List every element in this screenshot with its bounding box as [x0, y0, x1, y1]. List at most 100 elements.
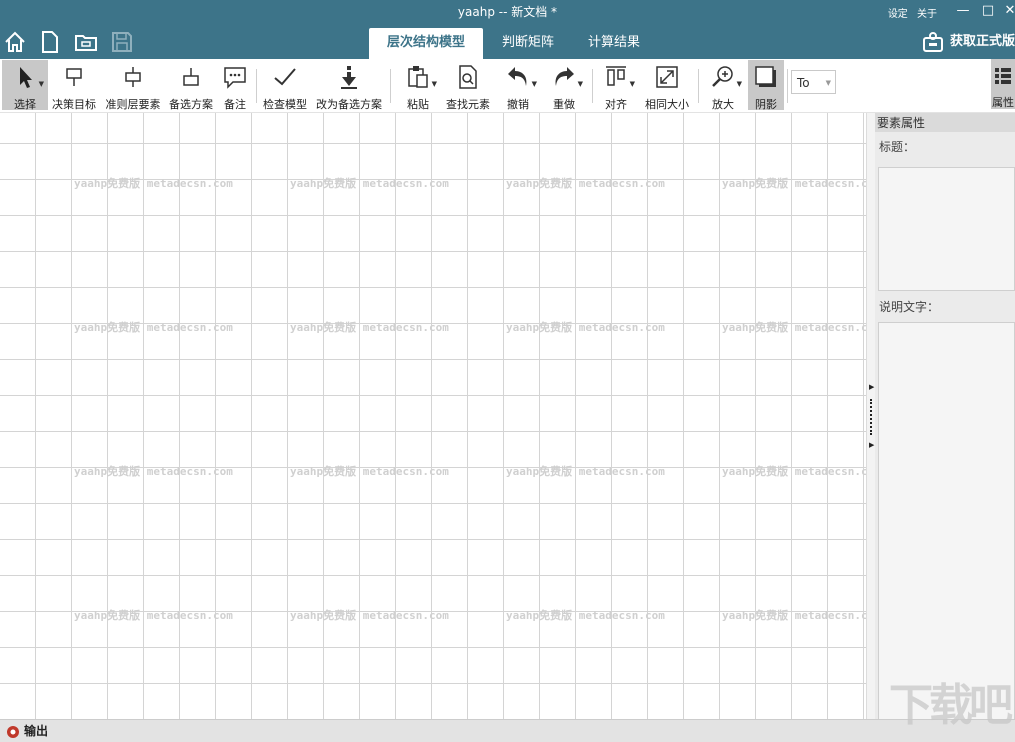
canvas-watermark: yaahp免费版 metadecsn.com	[290, 465, 449, 478]
redo-button[interactable]: ▼ 重做	[546, 60, 583, 111]
toolbar: ▼ 选择 决策目标 准则层要素 备选方案 备注 检查模型 改为备选方案 ▼ 粘贴…	[0, 59, 1015, 113]
check-model-button[interactable]: 检查模型	[261, 60, 309, 111]
undo-icon: ▼	[505, 64, 537, 90]
close-button[interactable]: ✕	[1000, 2, 1015, 20]
tab-judgment-matrix[interactable]: 判断矩阵	[487, 28, 569, 59]
title-label: 标题：	[879, 140, 916, 154]
chevron-down-icon: ▼	[736, 80, 742, 88]
criteria-node-icon	[120, 64, 146, 90]
canvas-watermark: yaahp免费版 metadecsn.com	[74, 465, 233, 478]
select-tool-button[interactable]: ▼ 选择	[2, 60, 48, 111]
canvas-watermark: yaahp免费版 metadecsn.com	[506, 321, 665, 334]
alternative-node-icon	[178, 64, 204, 90]
same-size-label: 相同大小	[645, 98, 689, 111]
undo-label: 撤销	[507, 98, 529, 111]
canvas-watermark: yaahp免费版 metadecsn.com	[506, 465, 665, 478]
tab-results[interactable]: 计算结果	[573, 28, 655, 59]
font-combo[interactable]: To ▼	[791, 70, 836, 94]
minimize-button[interactable]: —	[953, 2, 973, 20]
shadow-label: 阴影	[755, 98, 777, 111]
canvas-watermark: yaahp免费版 metadecsn.com	[290, 609, 449, 622]
redo-icon: ▼	[551, 64, 583, 90]
title-bar: yaahp -- 新文档 * 设定 关于 — □ ✕	[0, 0, 1015, 24]
shadow-icon	[753, 64, 779, 90]
canvas-watermark: yaahp免费版 metadecsn.com	[722, 177, 866, 190]
description-label: 说明文字：	[879, 300, 940, 314]
undo-button[interactable]: ▼ 撤销	[500, 60, 537, 111]
output-tab[interactable]: 输出	[6, 722, 48, 739]
output-gear-icon	[7, 725, 19, 738]
comment-icon	[222, 64, 248, 90]
collapse-arrow-icon[interactable]: ▶	[869, 383, 874, 391]
settings-link[interactable]: 设定	[888, 9, 908, 20]
toolbar-divider	[592, 69, 593, 103]
find-icon	[455, 64, 481, 90]
properties-toggle-button[interactable]: 属性	[991, 59, 1015, 109]
comment-tool-button[interactable]: 备注	[218, 60, 252, 111]
select-tool-label: 选择	[14, 98, 36, 111]
criteria-tool-button[interactable]: 准则层要素	[104, 60, 162, 111]
get-license-button[interactable]: 获取正式版	[922, 28, 1015, 56]
align-button[interactable]: ▼ 对齐	[598, 60, 635, 111]
zoom-in-icon: ▼	[710, 64, 742, 90]
maximize-button[interactable]: □	[978, 2, 998, 20]
toolbar-divider	[256, 69, 257, 103]
properties-toggle-label: 属性	[992, 96, 1014, 109]
save-icon[interactable]	[110, 30, 134, 54]
status-bar: 输出	[0, 719, 1015, 742]
zoom-in-button[interactable]: ▼ 放大	[705, 60, 742, 111]
goal-node-icon	[61, 64, 87, 90]
criteria-tool-label: 准则层要素	[105, 98, 161, 111]
shadow-toggle-button[interactable]: 阴影	[748, 60, 784, 111]
comment-tool-label: 备注	[224, 98, 246, 111]
check-icon	[272, 64, 298, 90]
grip-icon	[870, 399, 872, 435]
collapse-arrow-icon[interactable]: ▶	[869, 441, 874, 449]
goal-tool-label: 决策目标	[52, 98, 96, 111]
chevron-down-icon: ▼	[577, 80, 583, 88]
same-size-button[interactable]: 相同大小	[642, 60, 692, 111]
output-label: 输出	[24, 724, 49, 738]
toolbar-divider	[787, 69, 788, 103]
site-watermark: 下载吧	[889, 680, 1013, 731]
align-label: 对齐	[605, 98, 627, 111]
alternative-tool-button[interactable]: 备选方案	[167, 60, 215, 111]
model-canvas[interactable]: yaahp免费版 metadecsn.com yaahp免费版 metadecsn…	[0, 113, 866, 719]
chevron-down-icon: ▼	[825, 79, 831, 87]
tab-bar: 层次结构模型 判断矩阵 计算结果 获取正式版	[0, 24, 1015, 59]
canvas-watermark: yaahp免费版 metadecsn.com	[722, 609, 866, 622]
convert-to-alternative-label: 改为备选方案	[316, 98, 382, 111]
canvas-watermark: yaahp免费版 metadecsn.com	[722, 465, 866, 478]
align-icon: ▼	[603, 64, 635, 90]
properties-header: 要素属性	[875, 113, 1015, 132]
list-icon	[995, 68, 1011, 84]
title-links: 设定 关于	[882, 5, 937, 20]
zoom-in-label: 放大	[712, 98, 734, 111]
open-folder-icon[interactable]	[74, 30, 98, 54]
canvas-watermark: yaahp免费版 metadecsn.com	[290, 177, 449, 190]
home-icon[interactable]	[3, 30, 27, 54]
about-link[interactable]: 关于	[917, 9, 937, 20]
goal-tool-button[interactable]: 决策目标	[50, 60, 98, 111]
get-license-label: 获取正式版	[949, 34, 1015, 49]
title-field[interactable]	[878, 167, 1015, 291]
paste-icon: ▼	[405, 64, 437, 90]
element-properties-panel: 要素属性 标题： 说明文字：	[875, 113, 1015, 721]
chevron-down-icon: ▼	[531, 80, 537, 88]
toolbar-divider	[390, 69, 391, 103]
redo-label: 重做	[553, 98, 575, 111]
pointer-icon: ▼	[12, 64, 44, 90]
paste-button[interactable]: ▼ 粘贴	[398, 60, 438, 111]
tab-hierarchy-model[interactable]: 层次结构模型	[369, 28, 483, 59]
convert-down-icon	[336, 64, 362, 90]
find-element-button[interactable]: 查找元素	[444, 60, 492, 111]
check-model-label: 检查模型	[263, 98, 307, 111]
toolbar-divider	[698, 69, 699, 103]
new-document-icon[interactable]	[38, 30, 62, 54]
window-title: yaahp -- 新文档 *	[457, 5, 558, 19]
convert-to-alternative-button[interactable]: 改为备选方案	[314, 60, 384, 111]
license-icon	[922, 31, 943, 52]
description-field[interactable]	[878, 322, 1015, 721]
canvas-watermark: yaahp免费版 metadecsn.com	[506, 609, 665, 622]
canvas-watermark: yaahp免费版 metadecsn.com	[290, 321, 449, 334]
